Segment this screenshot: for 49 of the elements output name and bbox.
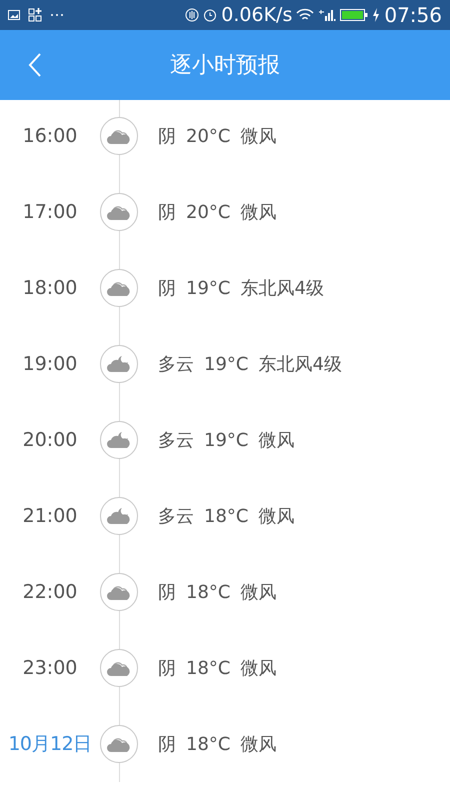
image-icon	[8, 10, 20, 20]
network-speed: 0.06K/s	[221, 6, 292, 24]
more-icon	[50, 13, 64, 17]
signal-icon	[318, 8, 336, 22]
hour-label: 21:00	[22, 504, 78, 529]
wind-level: 微风	[240, 732, 276, 756]
weather-condition: 阴	[158, 732, 176, 756]
hour-label: 23:00	[22, 656, 78, 681]
weather-condition: 阴	[158, 200, 176, 224]
temperature: 18°C	[204, 504, 248, 528]
vibrate-icon	[185, 8, 200, 22]
weather-condition: 阴	[158, 124, 176, 148]
battery-icon	[340, 9, 368, 21]
clock: 07:56	[384, 5, 442, 25]
wind-level: 微风	[240, 656, 276, 680]
weather-condition: 多云	[158, 504, 194, 528]
alarm-icon	[203, 8, 218, 22]
wind-level: 微风	[240, 200, 276, 224]
wifi-icon	[296, 8, 314, 22]
weather-condition: 阴	[158, 580, 176, 604]
back-icon	[28, 53, 42, 77]
hour-label: 22:00	[22, 580, 78, 605]
weather-condition: 阴	[158, 276, 176, 300]
temperature: 18°C	[186, 580, 230, 604]
weather-condition: 多云	[158, 428, 194, 452]
wind-level: 微风	[240, 580, 276, 604]
hour-label: 17:00	[22, 200, 78, 225]
temperature: 18°C	[186, 656, 230, 680]
wind-level: 微风	[258, 428, 294, 452]
hour-label: 18:00	[22, 276, 78, 301]
wind-level: 微风	[258, 504, 294, 528]
date-label: 10月12日	[7, 732, 93, 757]
hour-label: 20:00	[22, 428, 78, 453]
weather-condition: 多云	[158, 352, 194, 376]
charging-icon	[372, 8, 380, 22]
hour-label: 16:00	[22, 124, 78, 149]
wind-level: 东北风4级	[258, 352, 342, 376]
temperature: 19°C	[204, 352, 248, 376]
temperature: 19°C	[204, 428, 248, 452]
temperature: 20°C	[186, 200, 230, 224]
wind-level: 东北风4级	[240, 276, 324, 300]
hour-label: 19:00	[22, 352, 78, 377]
temperature: 19°C	[186, 276, 230, 300]
apps-icon	[28, 8, 42, 22]
temperature: 20°C	[186, 124, 230, 148]
weather-condition: 阴	[158, 656, 176, 680]
wind-level: 微风	[240, 124, 276, 148]
temperature: 18°C	[186, 732, 230, 756]
page-title: 逐小时预报	[170, 52, 280, 80]
